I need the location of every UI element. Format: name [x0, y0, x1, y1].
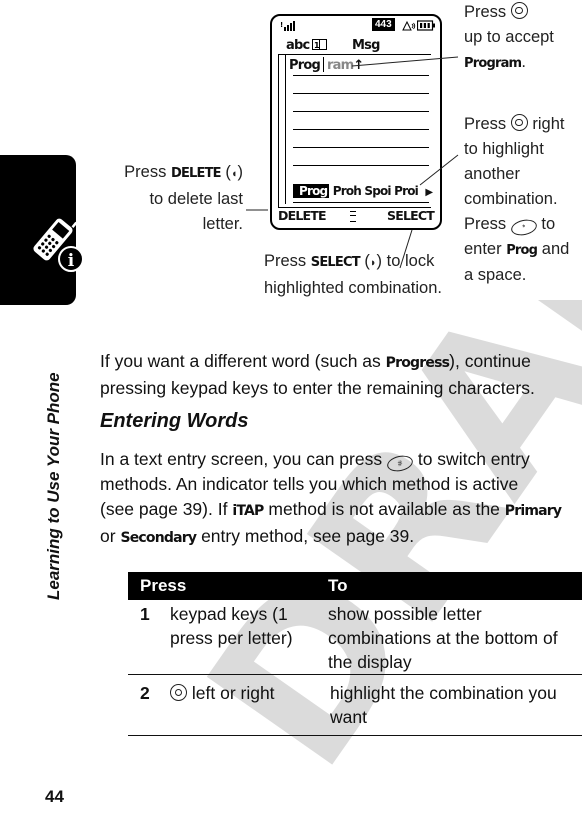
callout-text: combination. [464, 190, 558, 208]
cell-text: show possible letter [328, 604, 482, 624]
callout-text: a space. [464, 266, 527, 284]
section-label: Learning to Use Your Phone [44, 372, 63, 600]
press-cell: keypad keys (1 press per letter) [170, 602, 293, 650]
callout-text: Press [464, 115, 507, 133]
menu-key-icon: # [385, 453, 415, 474]
paragraph-text: ), continue [449, 351, 531, 371]
navigation-key-icon [170, 684, 187, 701]
cell-text: keypad keys (1 [170, 604, 288, 624]
callout-text: Press [464, 215, 507, 233]
intro-paragraph: If you want a different word (such as Pr… [100, 349, 580, 401]
right-soft-key-icon: ◗ [369, 257, 377, 269]
callout-text: to highlight [464, 140, 544, 158]
callout-accept: Press up to accept Program. [464, 0, 554, 76]
callout-text: . [521, 53, 526, 71]
column-header-press: Press [140, 576, 187, 595]
callout-text: enter [464, 240, 502, 258]
cell-text: the display [328, 652, 412, 672]
column-header-to: To [328, 576, 348, 595]
page-number: 44 [45, 787, 64, 806]
paragraph-text: If you want a different word (such as [100, 351, 386, 371]
keyword: iTAP [232, 503, 264, 519]
press-cell: left or right [170, 681, 275, 705]
step-number: 1 [140, 604, 150, 624]
paragraph-text: (see page 39). If [100, 499, 228, 519]
keyword: Prog [506, 243, 538, 258]
keyword: SELECT [310, 255, 361, 270]
keyword: Secondary [120, 530, 197, 546]
callout-text: highlighted combination. [264, 279, 442, 297]
callout-text: right [532, 115, 565, 133]
callout-text: Press [264, 252, 307, 270]
callout-text: Press [464, 3, 507, 21]
entry-methods-paragraph: In a text entry screen, you can press # … [100, 447, 580, 551]
cell-text: left or right [191, 683, 275, 703]
callout-text: to delete last [149, 190, 243, 208]
callout-text: another [464, 165, 520, 183]
leader-line [419, 154, 459, 186]
section-heading: Entering Words [100, 410, 249, 432]
callout-text: ) to lock [376, 252, 435, 270]
cell-text: want [330, 707, 367, 727]
keyword: Progress [385, 355, 450, 371]
callout-text: and [541, 240, 570, 258]
instruction-table: Press To 1 keypad keys (1 press per lett… [128, 572, 582, 736]
callout-text: up to accept [464, 28, 554, 46]
cell-text: combinations at the bottom of [328, 628, 558, 648]
table-row: 1 keypad keys (1 press per letter) show … [128, 600, 582, 675]
paragraph-text: entry method, see page 39. [201, 526, 415, 546]
navigation-key-icon [510, 2, 528, 19]
leader-line [351, 56, 459, 67]
paragraph-text: or [100, 526, 116, 546]
table-row: 2 left or right highlight the combinatio… [128, 675, 582, 736]
keyword: Primary [504, 503, 562, 519]
step-number: 2 [140, 683, 150, 703]
callout-text: letter. [202, 215, 243, 233]
keyword: DELETE [170, 166, 222, 181]
keyword: Program [464, 56, 522, 71]
callout-select: Press SELECT (◗) to lock highlighted com… [264, 249, 442, 301]
callout-text: to [541, 215, 556, 233]
cell-text: highlight the combination you [330, 683, 557, 703]
callout-delete: Press DELETE (◖) to delete last letter. [110, 160, 243, 237]
to-cell: highlight the combination you want [330, 681, 557, 729]
paragraph-text: pressing keypad keys to enter the remain… [100, 378, 535, 398]
to-cell: show possible letter combinations at the… [328, 602, 558, 674]
left-soft-key-icon: ◖ [230, 168, 238, 180]
paragraph-text: In a text entry screen, you can press [100, 449, 383, 469]
callout-text: Press [124, 163, 167, 181]
paragraph-text: method is not available as the [268, 499, 500, 519]
paragraph-text: methods. An indicator tells you which me… [100, 474, 519, 494]
star-key-icon: * [509, 217, 539, 238]
table-header: Press To [128, 572, 582, 600]
cell-text: press per letter) [170, 628, 293, 648]
paragraph-text: to switch entry [417, 449, 530, 469]
callout-highlight: Press right to highlight another combina… [464, 112, 569, 288]
callout-text: ) [237, 163, 244, 181]
navigation-key-icon [510, 114, 528, 131]
